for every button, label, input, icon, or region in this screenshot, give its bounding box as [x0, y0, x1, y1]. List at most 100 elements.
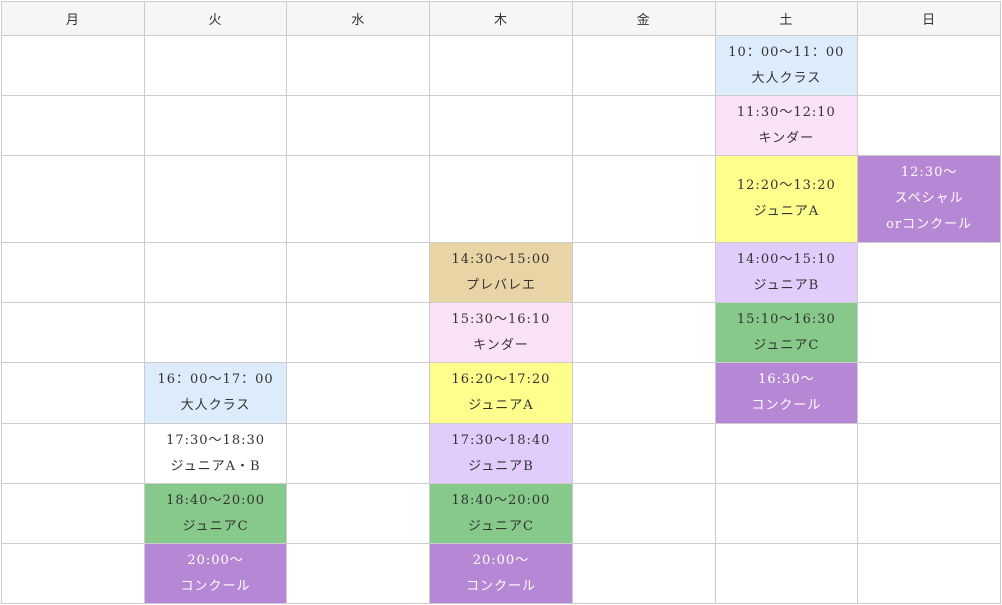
empty-cell-mon	[1, 302, 145, 363]
class-name: コンクール	[751, 398, 822, 413]
class-time: 12:30～	[900, 165, 958, 180]
class-time: 12:20～13:20	[736, 178, 836, 193]
empty-cell-fri	[571, 95, 716, 156]
empty-cell-sat	[714, 483, 859, 544]
class-name: ジュニアC	[467, 518, 534, 534]
class-name: ジュニアA	[468, 398, 534, 413]
class-cell-tue: 20:00～ コンクール	[143, 543, 288, 604]
empty-cell-thu	[429, 155, 573, 243]
class-time: 20:00～	[187, 552, 244, 568]
class-cell-thu: 17:30～18:40 ジュニアB	[429, 423, 573, 484]
class-name: スペシャル	[894, 191, 964, 206]
class-cell-sat: 12:20～13:20 ジュニアA	[714, 155, 859, 243]
class-name: ジュニアB	[753, 277, 820, 293]
class-time: 20:00～	[472, 552, 530, 568]
empty-cell-fri	[571, 483, 716, 544]
schedule-row: 11:30～12:10 キンダー	[1, 95, 1001, 156]
empty-cell-tue	[143, 95, 288, 156]
empty-cell-sun	[857, 362, 1001, 424]
class-time: 15:10～16:30	[736, 311, 836, 327]
empty-cell-mon	[1, 242, 145, 303]
class-cell-thu: 14:30～15:00 プレバレエ	[429, 242, 573, 303]
schedule-row: 15:30～16:10 キンダー 15:10～16:30 ジュニアC	[1, 302, 1001, 363]
class-time: 18:40～20:00	[166, 492, 266, 508]
class-time: 10：00～11：00	[728, 44, 845, 60]
schedule-row: 12:20～13:20 ジュニアA 12:30～ スペシャル orコンクール	[1, 155, 1001, 243]
empty-cell-mon	[1, 95, 145, 156]
empty-cell-sun	[857, 242, 1001, 303]
schedule-header: 月 火 水 木 金 土 日	[1, 1, 1001, 36]
schedule-row: 18:40～20:00 ジュニアC 18:40～20:00 ジュニアC	[1, 483, 1001, 544]
class-name: プレバレエ	[465, 277, 536, 293]
empty-cell-sat	[714, 543, 859, 604]
empty-cell-fri	[571, 302, 716, 363]
empty-cell-wed	[286, 483, 431, 544]
class-cell-sat: 10：00～11：00 大人クラス	[714, 35, 859, 96]
empty-cell-sun	[857, 423, 1001, 484]
day-header-row: 月 火 水 木 金 土 日	[1, 1, 1001, 36]
class-time: 17:30～18:40	[451, 432, 551, 448]
empty-cell-sat	[714, 423, 859, 484]
schedule-row: 20:00～ コンクール 20:00～ コンクール	[1, 543, 1001, 604]
day-header-tue: 火	[143, 1, 288, 36]
schedule-row: 14:30～15:00 プレバレエ 14:00～15:10 ジュニアB	[1, 242, 1001, 303]
empty-cell-wed	[286, 155, 431, 243]
class-cell-thu: 20:00～ コンクール	[429, 543, 573, 604]
schedule-row: 10：00～11：00 大人クラス	[1, 35, 1001, 96]
empty-cell-wed	[286, 302, 431, 363]
empty-cell-mon	[1, 362, 145, 424]
class-cell-sat: 16:30～ コンクール	[714, 362, 859, 424]
class-cell-thu: 18:40～20:00 ジュニアC	[429, 483, 573, 544]
empty-cell-fri	[571, 35, 716, 96]
day-header-sun: 日	[857, 1, 1001, 36]
day-header-wed: 水	[286, 1, 431, 36]
empty-cell-tue	[143, 35, 288, 96]
class-time: 16：00～17：00	[157, 372, 274, 387]
empty-cell-tue	[143, 155, 288, 243]
empty-cell-wed	[286, 543, 431, 604]
class-name: 大人クラス	[751, 70, 822, 86]
empty-cell-tue	[143, 302, 288, 363]
day-header-mon: 月	[1, 1, 145, 36]
class-cell-thu: 15:30～16:10 キンダー	[429, 302, 573, 363]
class-cell-sat: 11:30～12:10 キンダー	[714, 95, 859, 156]
class-time: 16:30～	[758, 372, 815, 387]
class-cell-sat: 14:00～15:10 ジュニアB	[714, 242, 859, 303]
class-time: 15:30～16:10	[451, 311, 551, 327]
class-name: キンダー	[758, 130, 815, 146]
empty-cell-tue	[143, 242, 288, 303]
empty-cell-mon	[1, 155, 145, 243]
empty-cell-thu	[429, 35, 573, 96]
class-cell-tue: 18:40～20:00 ジュニアC	[143, 483, 288, 544]
day-header-fri: 金	[571, 1, 716, 36]
day-header-sat: 土	[714, 1, 859, 36]
class-cell-tue: 16：00～17：00 大人クラス	[143, 362, 288, 424]
class-name-extra: orコンクール	[886, 217, 973, 232]
empty-cell-sun	[857, 95, 1001, 156]
empty-cell-sun	[857, 35, 1001, 96]
class-time: 18:40～20:00	[451, 492, 551, 508]
class-name: ジュニアC	[753, 337, 820, 353]
empty-cell-fri	[571, 543, 716, 604]
empty-cell-fri	[571, 155, 716, 243]
class-name: ジュニアA・B	[170, 458, 261, 474]
empty-cell-fri	[571, 423, 716, 484]
empty-cell-thu	[429, 95, 573, 156]
class-time: 14:00～15:10	[736, 251, 836, 267]
class-name: コンクール	[180, 578, 251, 594]
empty-cell-fri	[571, 242, 716, 303]
empty-cell-sun	[857, 302, 1001, 363]
empty-cell-wed	[286, 95, 431, 156]
empty-cell-mon	[1, 543, 145, 604]
day-header-thu: 木	[429, 1, 573, 36]
empty-cell-wed	[286, 35, 431, 96]
empty-cell-mon	[1, 35, 145, 96]
class-time: 14:30～15:00	[451, 251, 551, 267]
class-time: 11:30～12:10	[736, 104, 836, 120]
empty-cell-mon	[1, 483, 145, 544]
class-name: ジュニアA	[753, 204, 820, 219]
class-cell-sat: 15:10～16:30 ジュニアC	[714, 302, 859, 363]
empty-cell-sun	[857, 543, 1001, 604]
class-name: 大人クラス	[180, 398, 251, 413]
empty-cell-wed	[286, 362, 431, 424]
